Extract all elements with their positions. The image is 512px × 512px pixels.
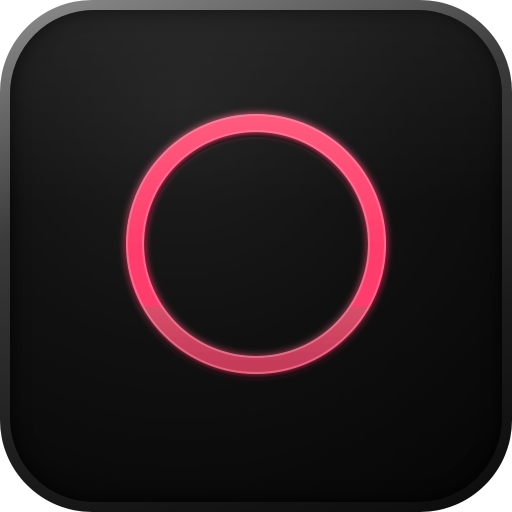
- app-icon[interactable]: [0, 0, 512, 512]
- ring-body: [126, 114, 386, 374]
- record-ring-icon: [124, 114, 388, 379]
